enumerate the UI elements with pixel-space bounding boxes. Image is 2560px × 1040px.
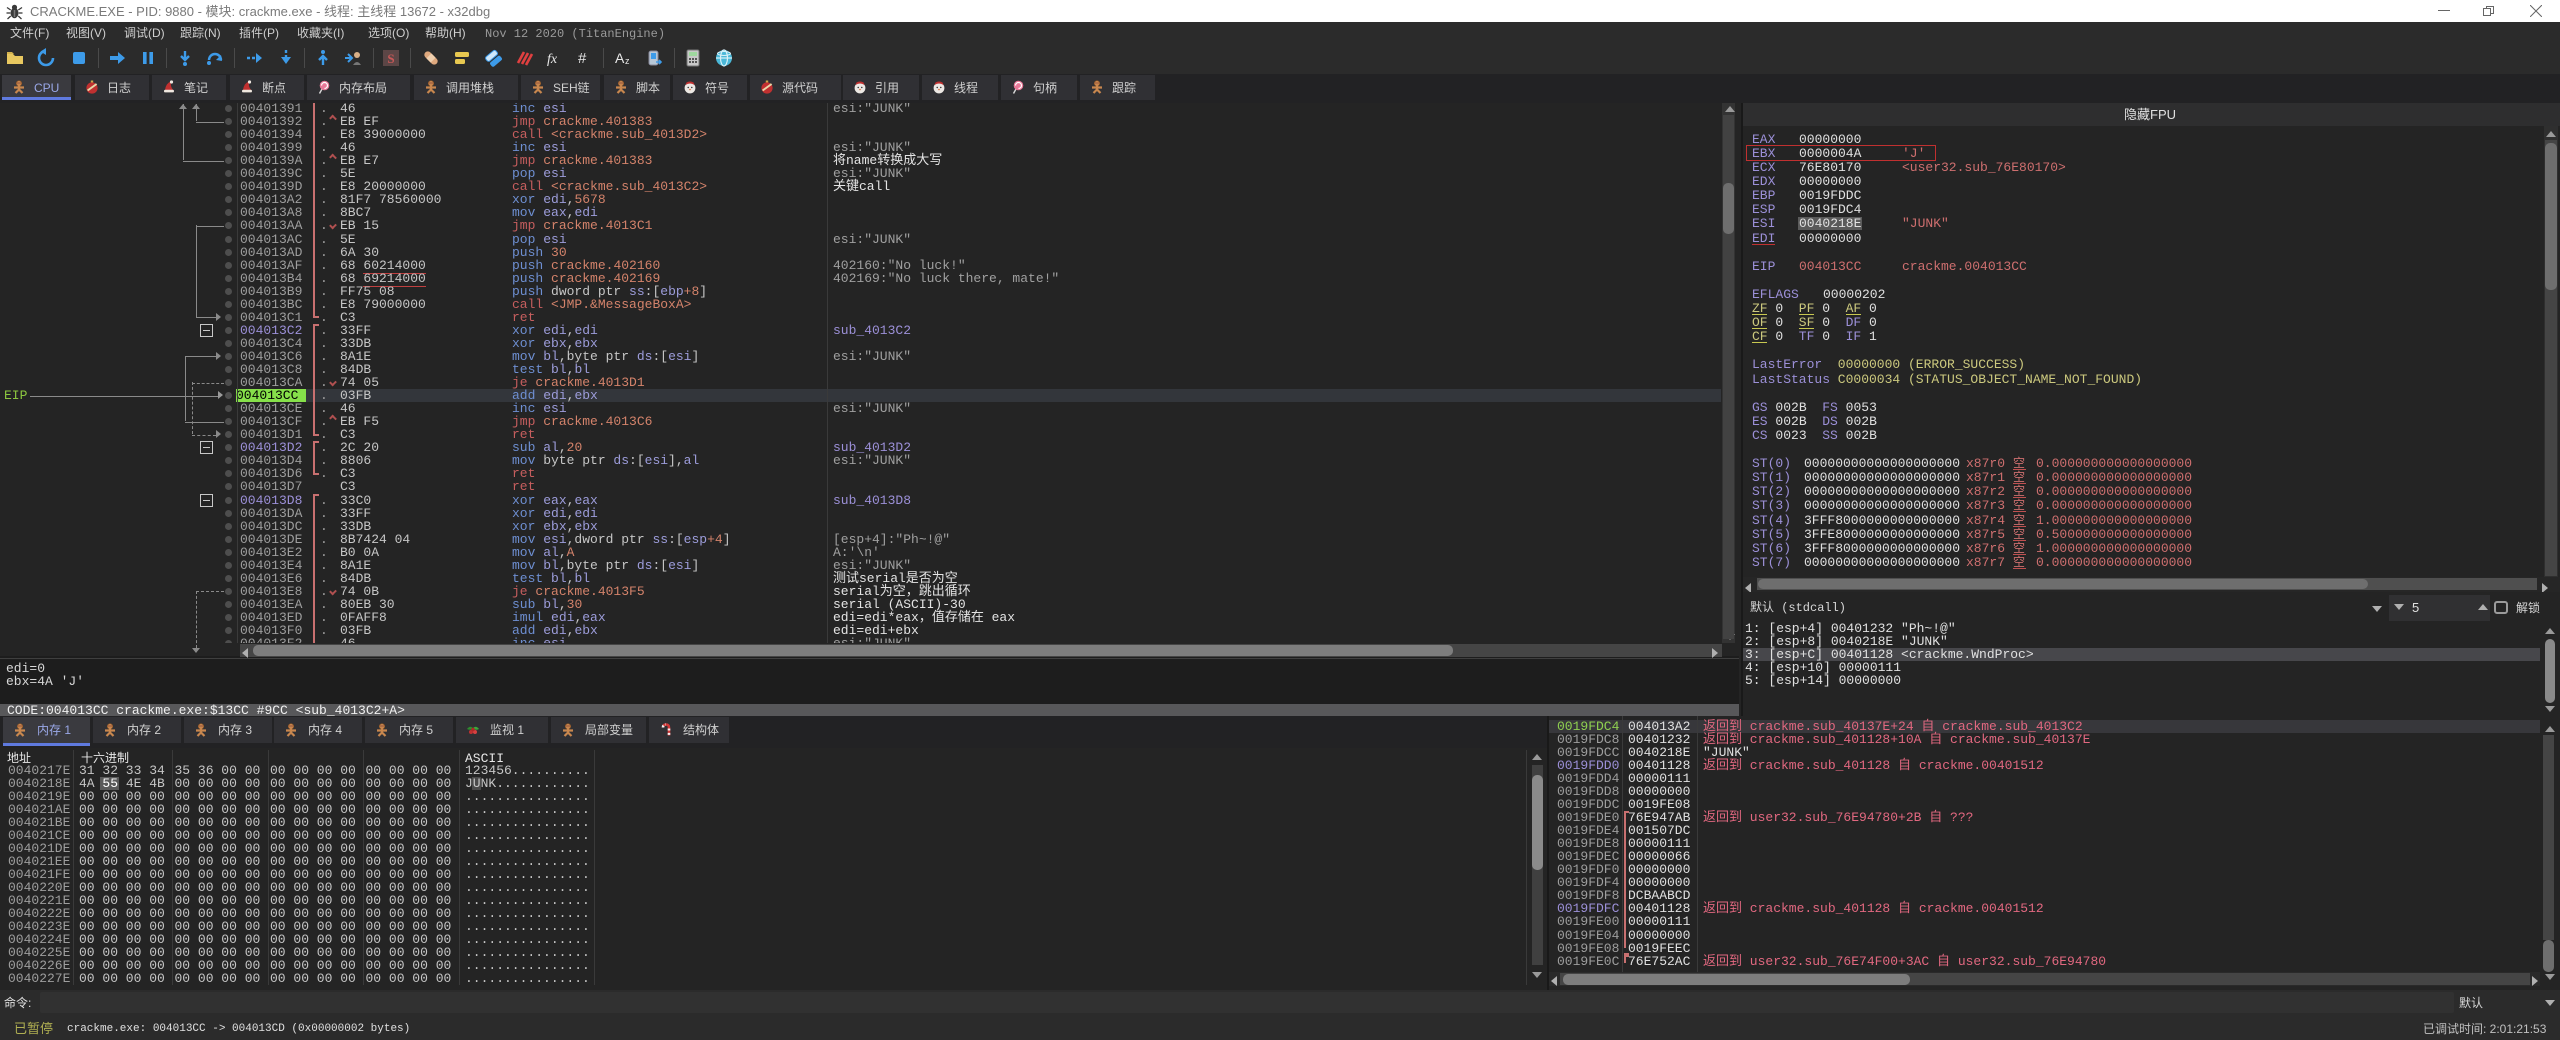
svg-text:fx: fx [547,52,558,67]
svg-text:z: z [625,56,630,66]
svg-text:A: A [615,50,625,66]
svg-text:S: S [387,51,394,66]
svg-text:#: # [578,50,587,67]
